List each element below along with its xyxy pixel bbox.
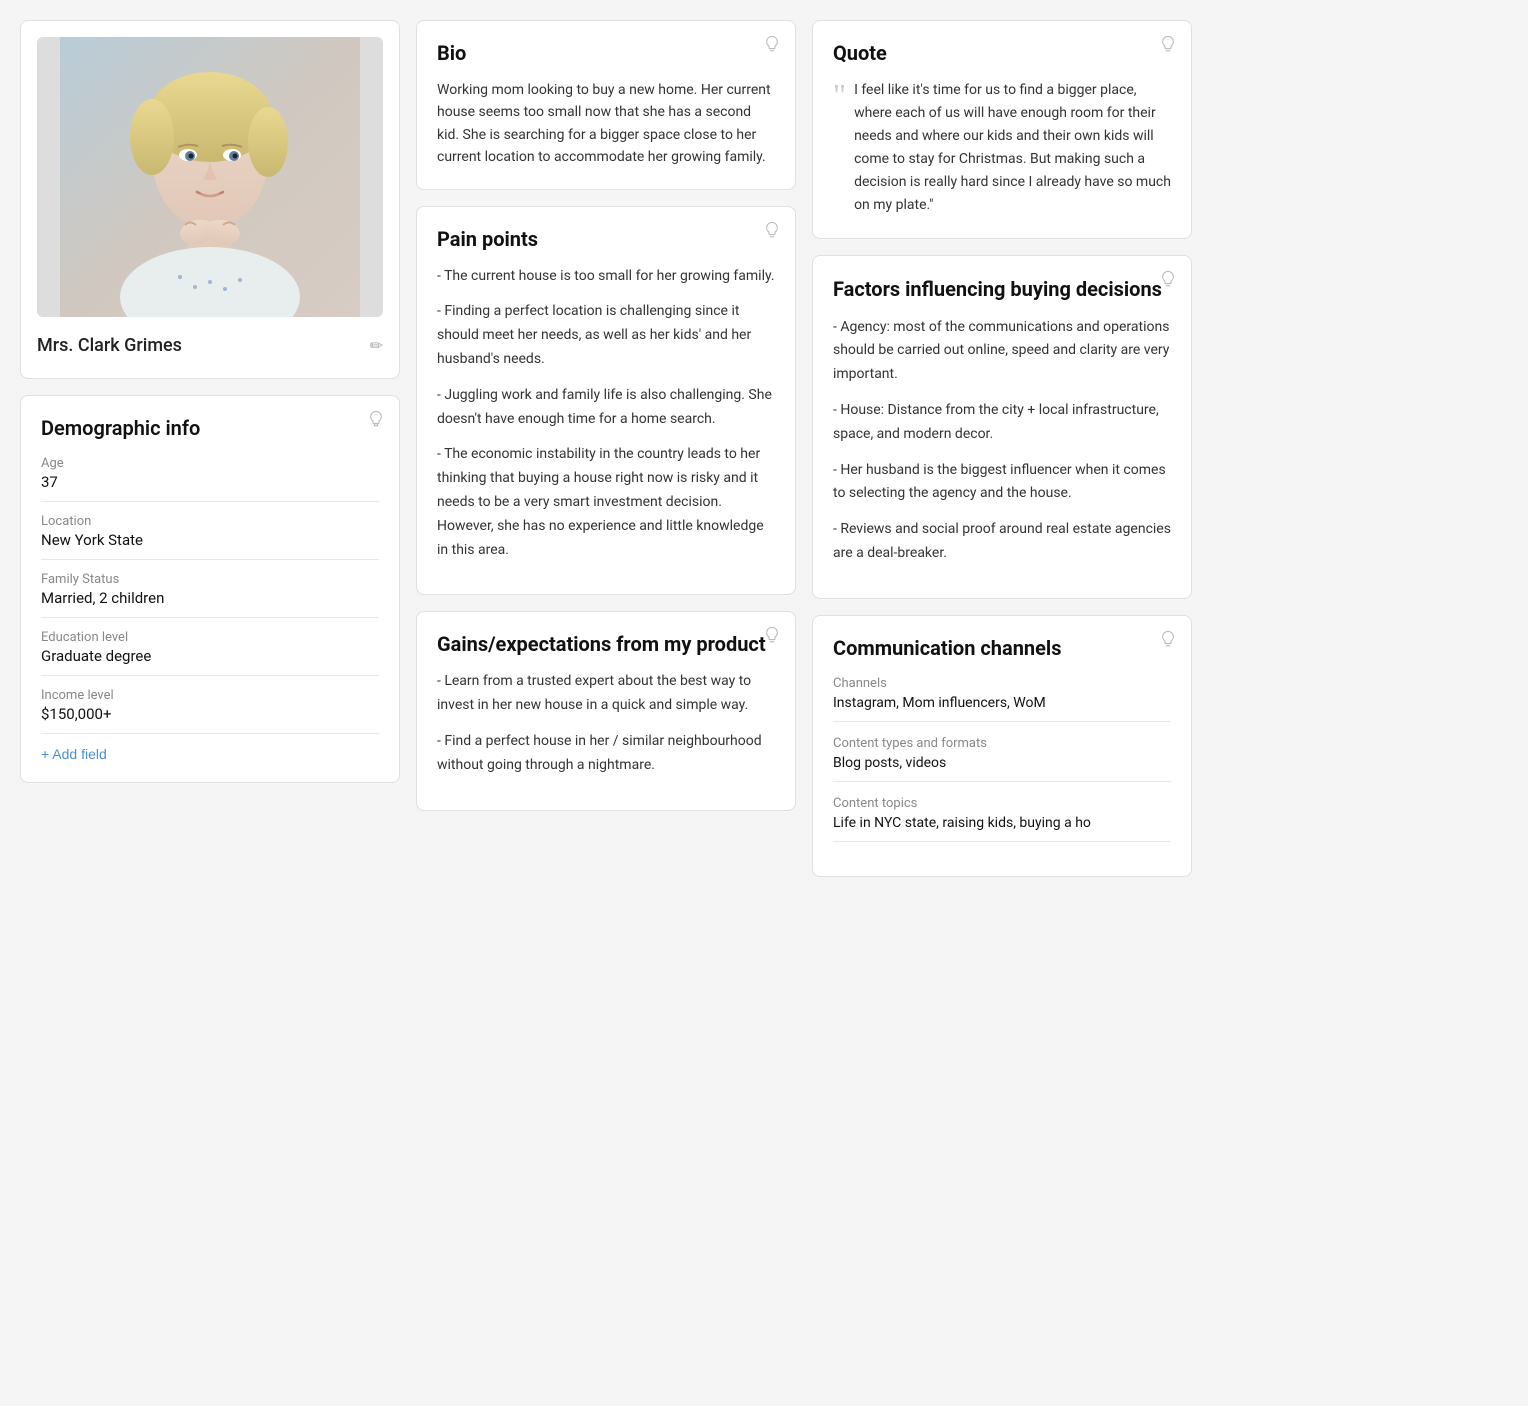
demographic-field: Family Status Married, 2 children xyxy=(41,572,379,618)
quote-content: " I feel like it's time for us to find a… xyxy=(833,79,1171,218)
pain-points-list: - The current house is too small for her… xyxy=(437,265,775,563)
right-column: Quote " I feel like it's time for us to … xyxy=(812,20,1192,877)
profile-image xyxy=(37,37,383,317)
bio-card: Bio Working mom looking to buy a new hom… xyxy=(416,20,796,190)
channel-value: Instagram, Mom influencers, WoM xyxy=(833,695,1171,722)
edit-icon[interactable]: ✏ xyxy=(370,336,383,355)
channel-label: Content types and formats xyxy=(833,736,1171,751)
channel-value: Life in NYC state, raising kids, buying … xyxy=(833,815,1171,842)
factors-card: Factors influencing buying decisions - A… xyxy=(812,255,1192,599)
factors-item: - Her husband is the biggest influencer … xyxy=(833,459,1171,507)
quote-title: Quote xyxy=(833,41,1171,65)
channel-label: Channels xyxy=(833,676,1171,691)
field-label: Age xyxy=(41,456,379,471)
profile-image-wrapper xyxy=(37,37,383,317)
factors-pin-icon[interactable] xyxy=(1159,270,1177,288)
bio-title: Bio xyxy=(437,41,775,65)
bio-text: Working mom looking to buy a new home. H… xyxy=(437,79,775,169)
gains-item: - Find a perfect house in her / similar … xyxy=(437,730,775,778)
left-column: Mrs. Clark Grimes ✏ Demographic info Age… xyxy=(20,20,400,877)
quote-card: Quote " I feel like it's time for us to … xyxy=(812,20,1192,239)
field-label: Education level xyxy=(41,630,379,645)
pain-point-item: - The current house is too small for her… xyxy=(437,265,775,289)
field-label: Income level xyxy=(41,688,379,703)
pain-point-item: - Juggling work and family life is also … xyxy=(437,384,775,432)
bio-pin-icon[interactable] xyxy=(763,35,781,53)
factors-list: - Agency: most of the communications and… xyxy=(833,316,1171,566)
quote-pin-icon[interactable] xyxy=(1159,35,1177,53)
factors-item: - Agency: most of the communications and… xyxy=(833,316,1171,387)
gains-pin-icon[interactable] xyxy=(763,626,781,644)
pain-points-title: Pain points xyxy=(437,227,775,251)
demographic-field: Education level Graduate degree xyxy=(41,630,379,676)
quote-mark: " xyxy=(833,79,846,218)
field-value: Graduate degree xyxy=(41,647,379,676)
channel-label: Content topics xyxy=(833,796,1171,811)
channels-card: Communication channels Channels Instagra… xyxy=(812,615,1192,877)
pain-points-card: Pain points - The current house is too s… xyxy=(416,206,796,596)
channel-field: Content types and formats Blog posts, vi… xyxy=(833,736,1171,782)
channels-pin-icon[interactable] xyxy=(1159,630,1177,648)
profile-card: Mrs. Clark Grimes ✏ xyxy=(20,20,400,379)
middle-column: Bio Working mom looking to buy a new hom… xyxy=(416,20,796,877)
quote-text: I feel like it's time for us to find a b… xyxy=(854,79,1171,218)
demographic-field: Age 37 xyxy=(41,456,379,502)
field-value: 37 xyxy=(41,473,379,502)
channel-field: Content topics Life in NYC state, raisin… xyxy=(833,796,1171,842)
factors-item: - House: Distance from the city + local … xyxy=(833,399,1171,447)
demographic-field: Location New York State xyxy=(41,514,379,560)
field-value: $150,000+ xyxy=(41,705,379,734)
channels-fields: Channels Instagram, Mom influencers, WoM… xyxy=(833,676,1171,842)
add-field-button[interactable]: + Add field xyxy=(41,746,107,762)
profile-name-row: Mrs. Clark Grimes ✏ xyxy=(37,329,383,362)
gains-card: Gains/expectations from my product - Lea… xyxy=(416,611,796,810)
field-value: Married, 2 children xyxy=(41,589,379,618)
factors-title: Factors influencing buying decisions xyxy=(833,276,1171,302)
pain-points-pin-icon[interactable] xyxy=(763,221,781,239)
gains-title: Gains/expectations from my product xyxy=(437,632,775,656)
pain-point-item: - Finding a perfect location is challeng… xyxy=(437,300,775,371)
demographic-fields: Age 37 Location New York State Family St… xyxy=(41,456,379,734)
field-label: Location xyxy=(41,514,379,529)
channel-field: Channels Instagram, Mom influencers, WoM xyxy=(833,676,1171,722)
field-value: New York State xyxy=(41,531,379,560)
factors-item: - Reviews and social proof around real e… xyxy=(833,518,1171,566)
gains-list: - Learn from a trusted expert about the … xyxy=(437,670,775,777)
demographic-pin-icon[interactable] xyxy=(367,410,385,428)
profile-name: Mrs. Clark Grimes xyxy=(37,335,182,356)
demographic-title: Demographic info xyxy=(41,416,379,440)
gains-item: - Learn from a trusted expert about the … xyxy=(437,670,775,718)
field-label: Family Status xyxy=(41,572,379,587)
add-field-label: + Add field xyxy=(41,746,107,762)
demographic-card: Demographic info Age 37 Location New Yor… xyxy=(20,395,400,783)
channels-title: Communication channels xyxy=(833,636,1171,660)
demographic-field: Income level $150,000+ xyxy=(41,688,379,734)
channel-value: Blog posts, videos xyxy=(833,755,1171,782)
pain-point-item: - The economic instability in the countr… xyxy=(437,443,775,562)
